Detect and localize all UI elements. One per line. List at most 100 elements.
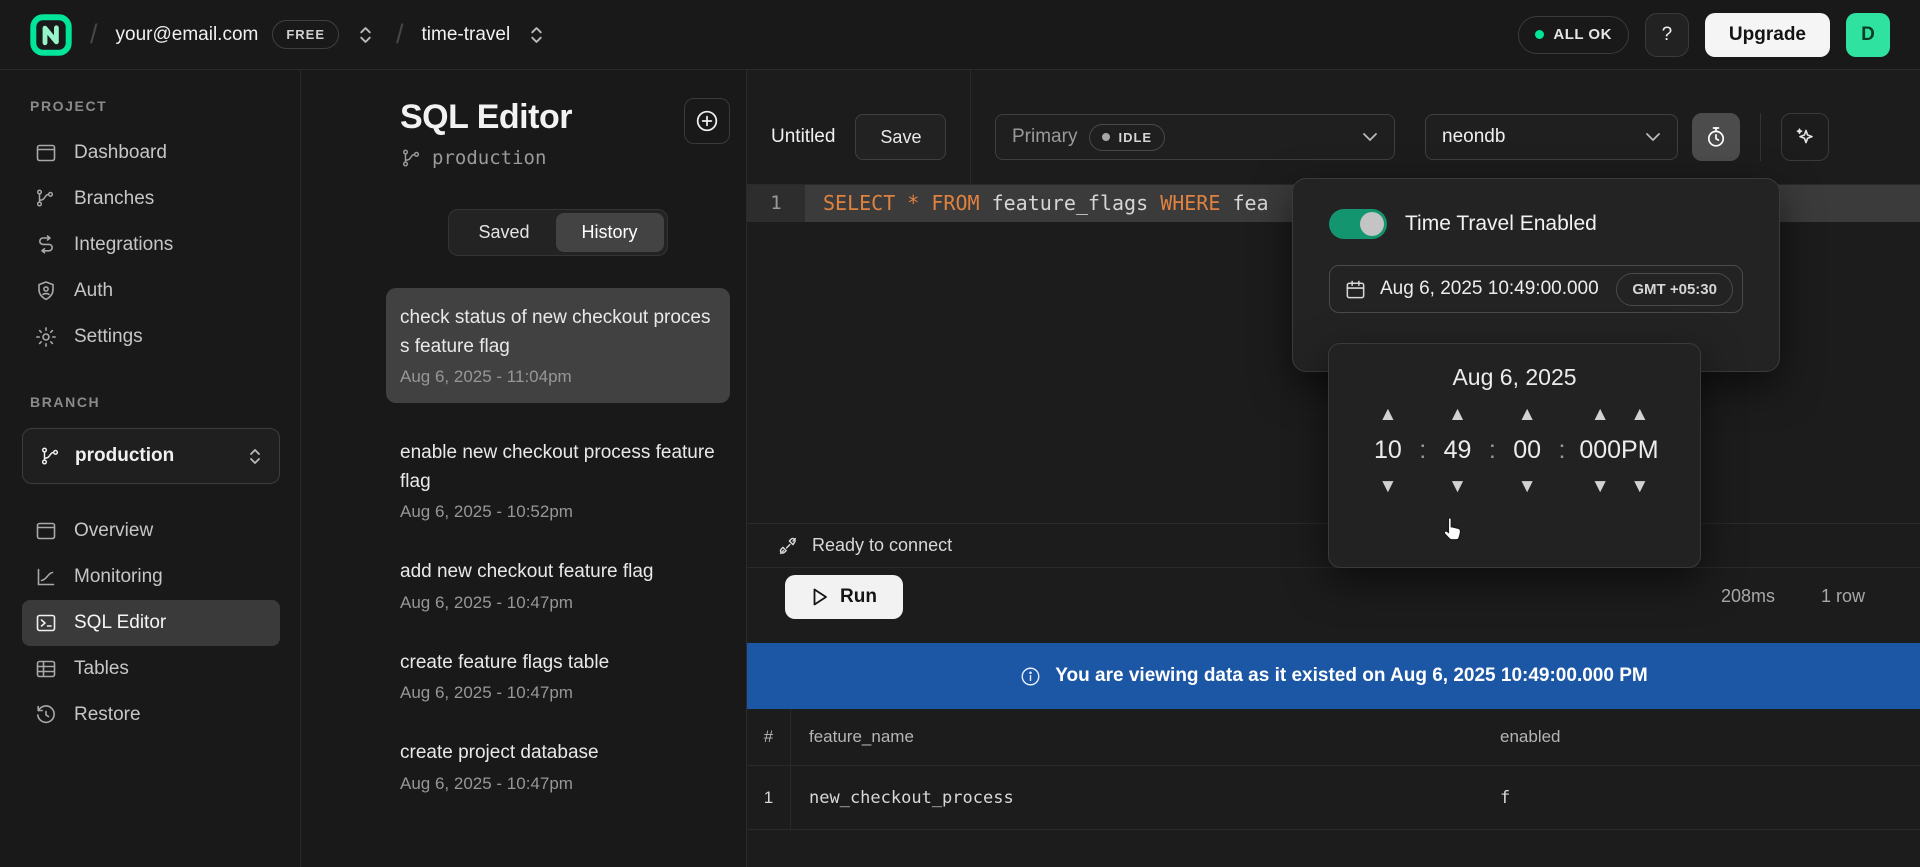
- sidebar-item-restore[interactable]: Restore: [22, 692, 280, 738]
- history-item-title: add new checkout feature flag: [400, 558, 716, 587]
- sql-keyword: FROM: [931, 191, 979, 215]
- meridiem-down-arrow-icon[interactable]: ▼: [1622, 473, 1657, 500]
- status-ok-dot: [1535, 30, 1544, 39]
- timezone-badge: GMT +05:30: [1616, 273, 1733, 306]
- neon-logo[interactable]: [30, 14, 72, 56]
- spinner-meridiem: ▲ PM ▼: [1621, 401, 1659, 500]
- help-button[interactable]: ?: [1645, 13, 1689, 57]
- sidebar-item-tables[interactable]: Tables: [22, 646, 280, 692]
- results-section: You are viewing data as it existed on Au…: [747, 625, 1920, 867]
- meridiem-up-arrow-icon[interactable]: ▲: [1622, 401, 1657, 428]
- seconds-up-arrow-icon[interactable]: ▲: [1510, 401, 1545, 428]
- datetime-input[interactable]: Aug 6, 2025 10:49:00.000 PM GMT +05:30: [1329, 265, 1743, 313]
- results-header-row: #feature_nameenabled: [747, 709, 1920, 766]
- minutes-up-arrow-icon[interactable]: ▲: [1440, 401, 1475, 428]
- breadcrumb-org-email[interactable]: your@email.com: [116, 24, 259, 46]
- sidebar-item-label: Settings: [74, 326, 143, 348]
- time-travel-banner: You are viewing data as it existed on Au…: [747, 643, 1920, 709]
- milliseconds-value: 000: [1579, 436, 1621, 465]
- sidebar-item-sql-editor[interactable]: SQL Editor: [22, 600, 280, 646]
- sql-text: [919, 191, 931, 215]
- save-button[interactable]: Save: [855, 114, 946, 160]
- info-icon: [1019, 665, 1042, 688]
- sidebar-item-overview[interactable]: Overview: [22, 508, 280, 554]
- history-list-item[interactable]: check status of new checkout process fea…: [386, 288, 730, 403]
- history-list-item[interactable]: add new checkout feature flag Aug 6, 202…: [386, 558, 730, 613]
- time-travel-toggle[interactable]: [1329, 209, 1387, 239]
- query-history-list: check status of new checkout process fea…: [386, 288, 730, 794]
- time-separator: ▲:▼: [1545, 401, 1580, 500]
- database-name: neondb: [1442, 126, 1505, 148]
- seconds-down-arrow-icon[interactable]: ▼: [1510, 473, 1545, 500]
- hours-down-arrow-icon[interactable]: ▼: [1370, 473, 1405, 500]
- hours-value: 10: [1374, 436, 1402, 465]
- project-switcher-chevron[interactable]: [524, 21, 549, 49]
- new-query-button[interactable]: [684, 98, 730, 144]
- row-count: 1 row: [1821, 586, 1865, 607]
- time-colon: :: [1413, 436, 1432, 465]
- sidebar-item-label: Overview: [74, 520, 153, 542]
- org-switcher-chevron[interactable]: [353, 21, 378, 49]
- top-bar: / your@email.com FREE / time-travel ALL …: [0, 0, 1920, 70]
- history-list-item[interactable]: create project database Aug 6, 2025 - 10…: [386, 739, 730, 794]
- history-item-date: Aug 6, 2025 - 10:52pm: [400, 502, 716, 522]
- sql-keyword: SELECT: [823, 191, 895, 215]
- editor-toolbar: Untitled Save Primary IDLE neondb: [747, 70, 1920, 185]
- system-status-badge[interactable]: ALL OK: [1518, 16, 1629, 54]
- sql-terminal-icon: [34, 611, 58, 635]
- tab-saved[interactable]: Saved: [452, 213, 555, 252]
- user-avatar[interactable]: D: [1846, 13, 1890, 57]
- compute-selector[interactable]: Primary IDLE: [995, 114, 1395, 160]
- time-colon: :: [1552, 436, 1571, 465]
- sql-keyword: WHERE: [1160, 191, 1220, 215]
- results-table: #feature_nameenabled 1new_checkout_proce…: [747, 709, 1920, 830]
- breadcrumb-project-name[interactable]: time-travel: [422, 24, 511, 46]
- tab-history[interactable]: History: [556, 213, 664, 252]
- toggle-knob: [1360, 212, 1384, 236]
- branch-section-label: BRANCH: [30, 394, 280, 410]
- history-list-item[interactable]: enable new checkout process feature flag…: [386, 439, 730, 522]
- branch-icon: [39, 445, 61, 467]
- branch-icon: [400, 147, 422, 169]
- minutes-down-arrow-icon[interactable]: ▼: [1440, 473, 1475, 500]
- sidebar-item-dashboard[interactable]: Dashboard: [22, 130, 280, 176]
- calendar-icon: [1344, 278, 1367, 301]
- sidebar-item-monitoring[interactable]: Monitoring: [22, 554, 280, 600]
- meridiem-value: PM: [1621, 436, 1659, 465]
- chart-icon: [34, 565, 58, 589]
- sidebar-item-auth[interactable]: Auth: [22, 268, 280, 314]
- query-duration: 208ms: [1721, 586, 1775, 607]
- history-item-date: Aug 6, 2025 - 11:04pm: [400, 367, 716, 387]
- time-travel-button[interactable]: [1692, 113, 1740, 161]
- milliseconds-down-arrow-icon[interactable]: ▼: [1583, 473, 1618, 500]
- time-separator: ▲:▼: [1405, 401, 1440, 500]
- sidebar-item-branches[interactable]: Branches: [22, 176, 280, 222]
- spinner-minutes: ▲49▼: [1440, 401, 1475, 500]
- ai-assist-button[interactable]: [1781, 113, 1829, 161]
- results-body: 1new_checkout_processf: [747, 766, 1920, 830]
- chevron-updown-icon: [247, 447, 263, 466]
- status-label: ALL OK: [1553, 26, 1612, 43]
- time-separator: ▲:▼: [1475, 401, 1510, 500]
- sql-text: [895, 191, 907, 215]
- sidebar-item-integrations[interactable]: Integrations: [22, 222, 280, 268]
- hours-up-arrow-icon[interactable]: ▲: [1370, 401, 1405, 428]
- milliseconds-up-arrow-icon[interactable]: ▲: [1583, 401, 1618, 428]
- history-item-date: Aug 6, 2025 - 10:47pm: [400, 593, 716, 613]
- table-cell: new_checkout_process: [791, 766, 1500, 829]
- sidebar-item-label: Tables: [74, 658, 129, 680]
- database-selector[interactable]: neondb: [1425, 114, 1678, 160]
- connection-status-text: Ready to connect: [812, 535, 952, 556]
- table-icon: [34, 657, 58, 681]
- time-travel-toggle-label: Time Travel Enabled: [1405, 212, 1597, 236]
- sidebar-item-label: SQL Editor: [74, 612, 166, 634]
- history-list-item[interactable]: create feature flags table Aug 6, 2025 -…: [386, 649, 730, 704]
- run-query-button[interactable]: Run: [785, 575, 903, 619]
- branch-selector[interactable]: production: [22, 428, 280, 484]
- window-icon: [34, 141, 58, 165]
- upgrade-button[interactable]: Upgrade: [1705, 13, 1830, 57]
- history-item-date: Aug 6, 2025 - 10:47pm: [400, 683, 716, 703]
- seconds-value: 00: [1513, 436, 1541, 465]
- sidebar-item-settings[interactable]: Settings: [22, 314, 280, 360]
- chevron-down-icon: [1362, 132, 1378, 142]
